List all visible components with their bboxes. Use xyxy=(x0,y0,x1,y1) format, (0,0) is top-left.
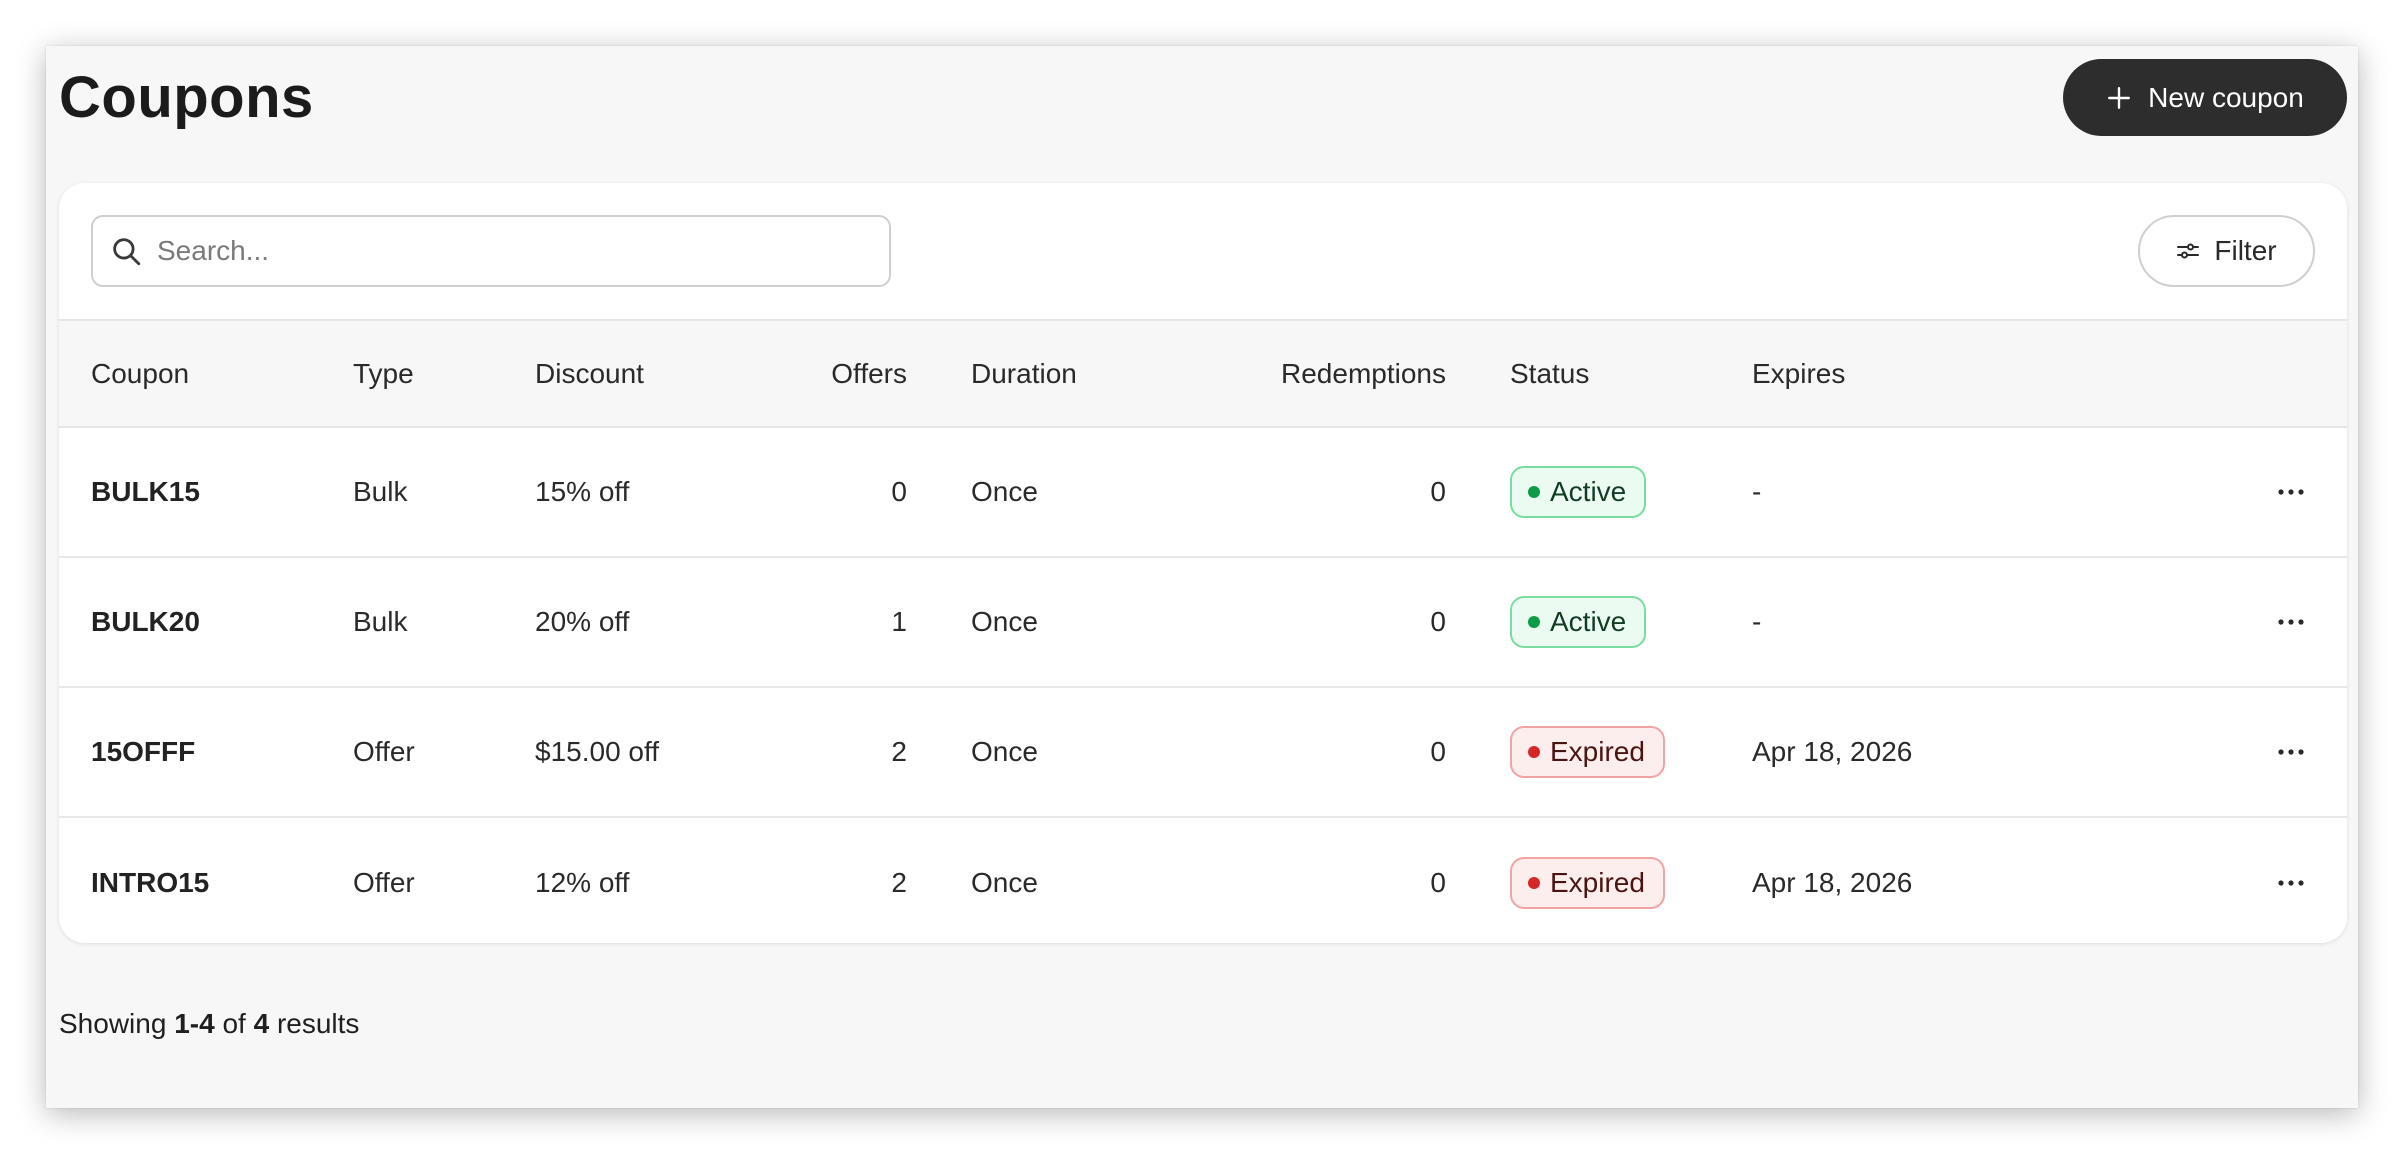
more-horizontal-icon xyxy=(2278,749,2304,755)
cell-actions xyxy=(2138,427,2347,558)
status-badge-label: Expired xyxy=(1550,736,1645,767)
sliders-icon xyxy=(2177,243,2200,259)
more-horizontal-icon xyxy=(2278,489,2304,495)
cell-status: Active xyxy=(1446,427,1752,558)
table-row[interactable]: INTRO15 Offer 12% off 2 Once 0 Expired A… xyxy=(59,817,2347,943)
cell-duration: Once xyxy=(971,866,1038,898)
row-actions-button[interactable] xyxy=(2267,472,2315,512)
status-badge-label: Expired xyxy=(1550,866,1645,898)
cell-type: Bulk xyxy=(353,427,535,558)
cell-status: Expired xyxy=(1446,817,1752,943)
column-header-offers[interactable]: Offers xyxy=(775,319,907,428)
cell-discount: $15.00 off xyxy=(535,687,775,818)
cell-status: Active xyxy=(1446,557,1752,688)
coupons-table: Coupon Type Discount Offers Duration Red… xyxy=(59,319,2347,943)
cell-discount: 15% off xyxy=(535,427,775,558)
cell-expires: Apr 18, 2026 xyxy=(1752,866,1913,898)
column-header-redemptions[interactable]: Redemptions xyxy=(1271,319,1446,428)
filter-button-label: Filter xyxy=(2214,235,2277,266)
table-row[interactable]: BULK15 Bulk 15% off 0 Once 0 Active - xyxy=(59,427,2347,558)
status-badge: Expired xyxy=(1510,726,1665,778)
pagination-prefix: Showing xyxy=(59,1008,167,1039)
table-row[interactable]: BULK20 Bulk 20% off 1 Once 0 Active - xyxy=(59,557,2347,688)
cell-offers: 2 xyxy=(891,866,907,898)
column-header-duration[interactable]: Duration xyxy=(907,319,1271,428)
row-actions-button[interactable] xyxy=(2267,863,2315,903)
toolbar: Filter xyxy=(59,183,2347,319)
cell-redemptions: 0 xyxy=(1271,427,1446,558)
status-dot xyxy=(1528,746,1540,758)
search-input[interactable] xyxy=(157,235,857,267)
column-header-status[interactable]: Status xyxy=(1446,319,1752,428)
cell-offers: 0 xyxy=(775,427,907,558)
table-row[interactable]: 15OFFF Offer $15.00 off 2 Once 0 Expired… xyxy=(59,687,2347,818)
column-header-expires[interactable]: Expires xyxy=(1752,319,2138,428)
column-header-actions xyxy=(2138,319,2347,428)
cell-expires: - xyxy=(1752,557,2138,688)
page-title: Coupons xyxy=(59,65,314,130)
search-icon xyxy=(113,238,141,266)
row-actions-button[interactable] xyxy=(2267,602,2315,642)
status-dot xyxy=(1528,616,1540,628)
cell-status: Expired xyxy=(1446,687,1752,818)
cell-actions xyxy=(2138,557,2347,688)
cell-type: Bulk xyxy=(353,557,535,688)
table-header-row: Coupon Type Discount Offers Duration Red… xyxy=(59,319,2347,428)
cell-actions xyxy=(2138,687,2347,818)
new-coupon-button[interactable]: New coupon xyxy=(2063,59,2347,136)
pagination-summary: Showing 1-4 of 4 results xyxy=(59,1008,359,1040)
coupons-window: Coupons New coupon Filter xyxy=(46,46,2358,1108)
cell-redemptions: 0 xyxy=(1271,557,1446,688)
pagination-total: 4 xyxy=(253,1008,270,1039)
status-badge: Active xyxy=(1510,596,1647,648)
more-horizontal-icon xyxy=(2278,879,2304,886)
new-coupon-button-label: New coupon xyxy=(2148,81,2304,113)
cell-redemptions: 0 xyxy=(1271,687,1446,818)
cell-redemptions: 0 xyxy=(1430,866,1446,898)
status-dot xyxy=(1528,876,1540,889)
cell-duration: Once xyxy=(907,687,1271,818)
cell-type: Offer xyxy=(353,866,415,898)
cell-coupon-code: INTRO15 xyxy=(91,866,210,898)
row-actions-button[interactable] xyxy=(2267,732,2315,772)
status-badge-label: Active xyxy=(1550,476,1627,507)
cell-expires: Apr 18, 2026 xyxy=(1752,687,2138,818)
status-badge: Active xyxy=(1510,466,1647,518)
pagination-range: 1-4 xyxy=(174,1008,215,1039)
status-dot xyxy=(1528,486,1540,498)
cell-offers: 2 xyxy=(775,687,907,818)
cell-coupon-code: BULK15 xyxy=(59,427,353,558)
plus-icon xyxy=(2108,86,2131,109)
cell-discount: 12% off xyxy=(535,866,630,898)
cell-coupon-code: BULK20 xyxy=(59,557,353,688)
cell-actions xyxy=(2138,817,2347,943)
cell-coupon-code: 15OFFF xyxy=(59,687,353,818)
pagination-of: of xyxy=(222,1008,246,1039)
search-box[interactable] xyxy=(91,215,891,287)
cell-offers: 1 xyxy=(775,557,907,688)
column-header-coupon[interactable]: Coupon xyxy=(59,319,353,428)
status-badge: Expired xyxy=(1510,856,1665,909)
cell-type: Offer xyxy=(353,687,535,818)
cell-expires: - xyxy=(1752,427,2138,558)
column-header-type[interactable]: Type xyxy=(353,319,535,428)
cell-duration: Once xyxy=(907,557,1271,688)
column-header-discount[interactable]: Discount xyxy=(535,319,775,428)
pagination-suffix: results xyxy=(276,1008,360,1039)
coupons-card: Filter Coupon Type Discount Off xyxy=(59,183,2347,943)
cell-duration: Once xyxy=(907,427,1271,558)
filter-button[interactable]: Filter xyxy=(2138,215,2315,287)
cell-discount: 20% off xyxy=(535,557,775,688)
more-horizontal-icon xyxy=(2278,619,2304,625)
status-badge-label: Active xyxy=(1550,606,1627,637)
